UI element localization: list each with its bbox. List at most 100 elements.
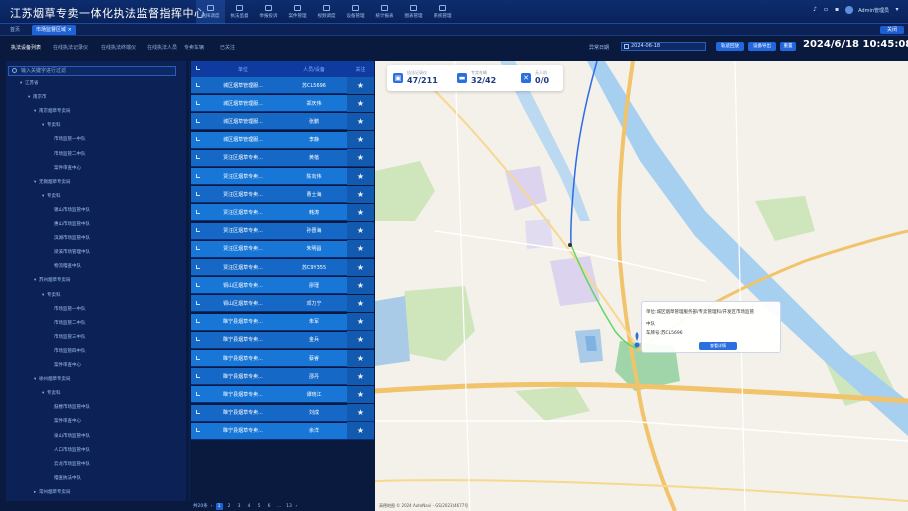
tree-node[interactable]: ▾ 苏州烟草专卖局	[34, 278, 71, 284]
tab-market-supervision[interactable]: 市场监督区域 ×	[32, 25, 76, 35]
star-icon[interactable]: ★	[347, 240, 374, 258]
nav-devices[interactable]: 设备管理	[341, 0, 370, 24]
map-view[interactable]: ▣ 执法记录仪 47/211 ▬ 专卖车辆 32/42 ✕ 无人机 0/0 单位…	[375, 61, 908, 511]
tree-node[interactable]: 泉山市场监管中队	[54, 434, 90, 440]
tree-node[interactable]: 市场监管一中队	[54, 137, 86, 143]
star-icon[interactable]: ★	[347, 422, 374, 440]
pager-page[interactable]: 13	[286, 503, 293, 510]
pager-next-icon[interactable]: ›	[296, 504, 298, 509]
star-icon[interactable]: ★	[347, 149, 374, 167]
subtab-online-recorder[interactable]: 在线执法记录仪	[53, 44, 88, 51]
row-checkbox[interactable]	[191, 209, 205, 216]
star-icon[interactable]: ★	[347, 294, 374, 312]
row-checkbox[interactable]	[191, 154, 205, 161]
star-icon[interactable]: ★	[347, 331, 374, 349]
table-row[interactable]: 铜山区烟草专卖... 邓力宁 ★	[191, 294, 374, 313]
row-checkbox[interactable]	[191, 282, 205, 289]
tab-home[interactable]: 首页	[6, 25, 24, 35]
row-checkbox[interactable]	[191, 227, 205, 234]
row-checkbox[interactable]	[191, 264, 205, 271]
tree-node[interactable]: ▾ 徐州烟草专卖局	[34, 377, 71, 383]
subtab-online-terminal[interactable]: 在线执法终端仪	[101, 44, 136, 51]
subtab-device-list[interactable]: 执法设备列表	[11, 44, 41, 51]
table-row[interactable]: 睢宁县烟草专卖... 蔡睿 ★	[191, 349, 374, 367]
star-icon[interactable]: ★	[347, 185, 374, 203]
tree-node[interactable]: ▾ 专卖科	[42, 293, 61, 299]
row-checkbox[interactable]	[191, 245, 205, 252]
row-checkbox[interactable]	[191, 136, 205, 143]
row-checkbox[interactable]	[191, 391, 205, 398]
table-row[interactable]: 铜山区烟草专卖... 廖瑾 ★	[191, 276, 374, 295]
table-row[interactable]: 城区烟草管理服... 张鹏 ★	[191, 112, 374, 131]
table-row[interactable]: 贾汪区烟草专卖... 孙晋海 ★	[191, 222, 374, 240]
tree-node[interactable]: ▾ 南京烟草专卖局	[34, 109, 71, 115]
close-tabs-button[interactable]: 关闭	[880, 26, 904, 34]
export-button[interactable]: 设备导出	[748, 42, 776, 51]
tree-node[interactable]: 惠山市场监管中队	[54, 222, 90, 228]
table-row[interactable]: 贾汪区烟草专卖... 朱明昌 ★	[191, 240, 374, 258]
close-icon[interactable]: ×	[68, 27, 72, 33]
star-icon[interactable]: ★	[347, 112, 374, 130]
row-checkbox[interactable]	[191, 191, 205, 198]
tree-node[interactable]: 滨湖市场监管中队	[54, 236, 90, 242]
select-all-checkbox[interactable]	[191, 66, 205, 72]
nav-enforcement[interactable]: 执法监督	[225, 0, 254, 24]
map-canvas[interactable]	[375, 61, 908, 511]
pager-page[interactable]: 5	[256, 503, 263, 510]
nav-system[interactable]: 系统管理	[428, 0, 457, 24]
playback-button[interactable]: 轨迹回放	[716, 42, 744, 51]
lock-icon[interactable]: ▪	[834, 7, 840, 13]
star-icon[interactable]: ★	[347, 404, 374, 422]
star-icon[interactable]: ★	[347, 349, 374, 367]
subtab-followed[interactable]: 已关注	[220, 44, 235, 51]
row-checkbox[interactable]	[191, 336, 205, 343]
tree-node[interactable]: 市场监管二中队	[54, 152, 86, 158]
star-icon[interactable]: ★	[347, 167, 374, 185]
row-checkbox[interactable]	[191, 118, 205, 125]
star-icon[interactable]: ★	[347, 385, 374, 403]
tree-node[interactable]: 市场监管二中队	[54, 321, 86, 327]
table-row[interactable]: 睢宁县烟草专卖... 余洋 ★	[191, 422, 374, 440]
tree-node[interactable]: 市场监管三中队	[54, 335, 86, 341]
pager-page[interactable]: 1	[215, 502, 223, 510]
avatar[interactable]	[845, 6, 854, 14]
tree-node[interactable]: 鼓楼市场监管中队	[54, 405, 90, 411]
tree-node[interactable]: 案件审查中心	[54, 419, 81, 425]
star-icon[interactable]: ★	[347, 258, 374, 276]
table-row[interactable]: 贾汪区烟草专卖... 黄蓓 ★	[191, 149, 374, 167]
pager-page[interactable]: 2	[226, 503, 233, 510]
pager-page[interactable]: 4	[246, 503, 253, 510]
table-row[interactable]: 睢宁县烟草专卖... 朱军 ★	[191, 313, 374, 331]
star-icon[interactable]: ★	[347, 76, 374, 94]
subtab-vehicles[interactable]: 专卖车辆	[184, 44, 204, 51]
pager-page[interactable]: ...	[276, 503, 283, 510]
tree-node[interactable]: ▾ 江苏省	[20, 81, 39, 87]
row-checkbox[interactable]	[191, 173, 205, 180]
tree-node[interactable]: ▾ 专卖科	[42, 391, 61, 397]
reset-button[interactable]: 重置	[780, 42, 796, 51]
star-icon[interactable]: ★	[347, 94, 374, 112]
chevron-down-icon[interactable]: ▾	[894, 7, 900, 13]
tree-node[interactable]: ▾ 专卖科	[42, 123, 61, 129]
tree-node[interactable]: 案件审查中心	[54, 363, 81, 369]
row-checkbox[interactable]	[191, 82, 205, 89]
view-detail-button[interactable]: 查看详情	[699, 342, 737, 350]
tree-node[interactable]: 物流稽查中队	[54, 264, 81, 270]
tree-node[interactable]: 稽查执法中队	[54, 476, 81, 482]
table-row[interactable]: 贾汪区烟草专卖... 韩涛 ★	[191, 203, 374, 222]
user-label[interactable]: Admin管理员	[858, 7, 889, 14]
tree-node[interactable]: ▸ 常州烟草专卖局	[34, 490, 71, 496]
table-row[interactable]: 城区烟草管理服... 苏CL5696 ★	[191, 76, 374, 94]
tree-node[interactable]: 市场监管一中队	[54, 307, 86, 313]
tree-search-input[interactable]: 输入关键字进行过滤	[8, 66, 176, 76]
pager-page[interactable]: 6	[266, 503, 273, 510]
table-row[interactable]: 贾汪区烟草专卖... 曹士海 ★	[191, 185, 374, 204]
tree-scrollbar[interactable]	[186, 61, 189, 501]
nav-reports[interactable]: 统计报表	[370, 0, 399, 24]
row-checkbox[interactable]	[191, 100, 205, 107]
pager-page[interactable]: 3	[236, 503, 243, 510]
tree-node[interactable]: ▾ 南京市	[28, 95, 47, 101]
pager-prev-icon[interactable]: ‹	[211, 504, 213, 509]
tree-node[interactable]: 人口市场监管中队	[54, 448, 90, 454]
nav-complaints[interactable]: 举报投诉	[254, 0, 283, 24]
